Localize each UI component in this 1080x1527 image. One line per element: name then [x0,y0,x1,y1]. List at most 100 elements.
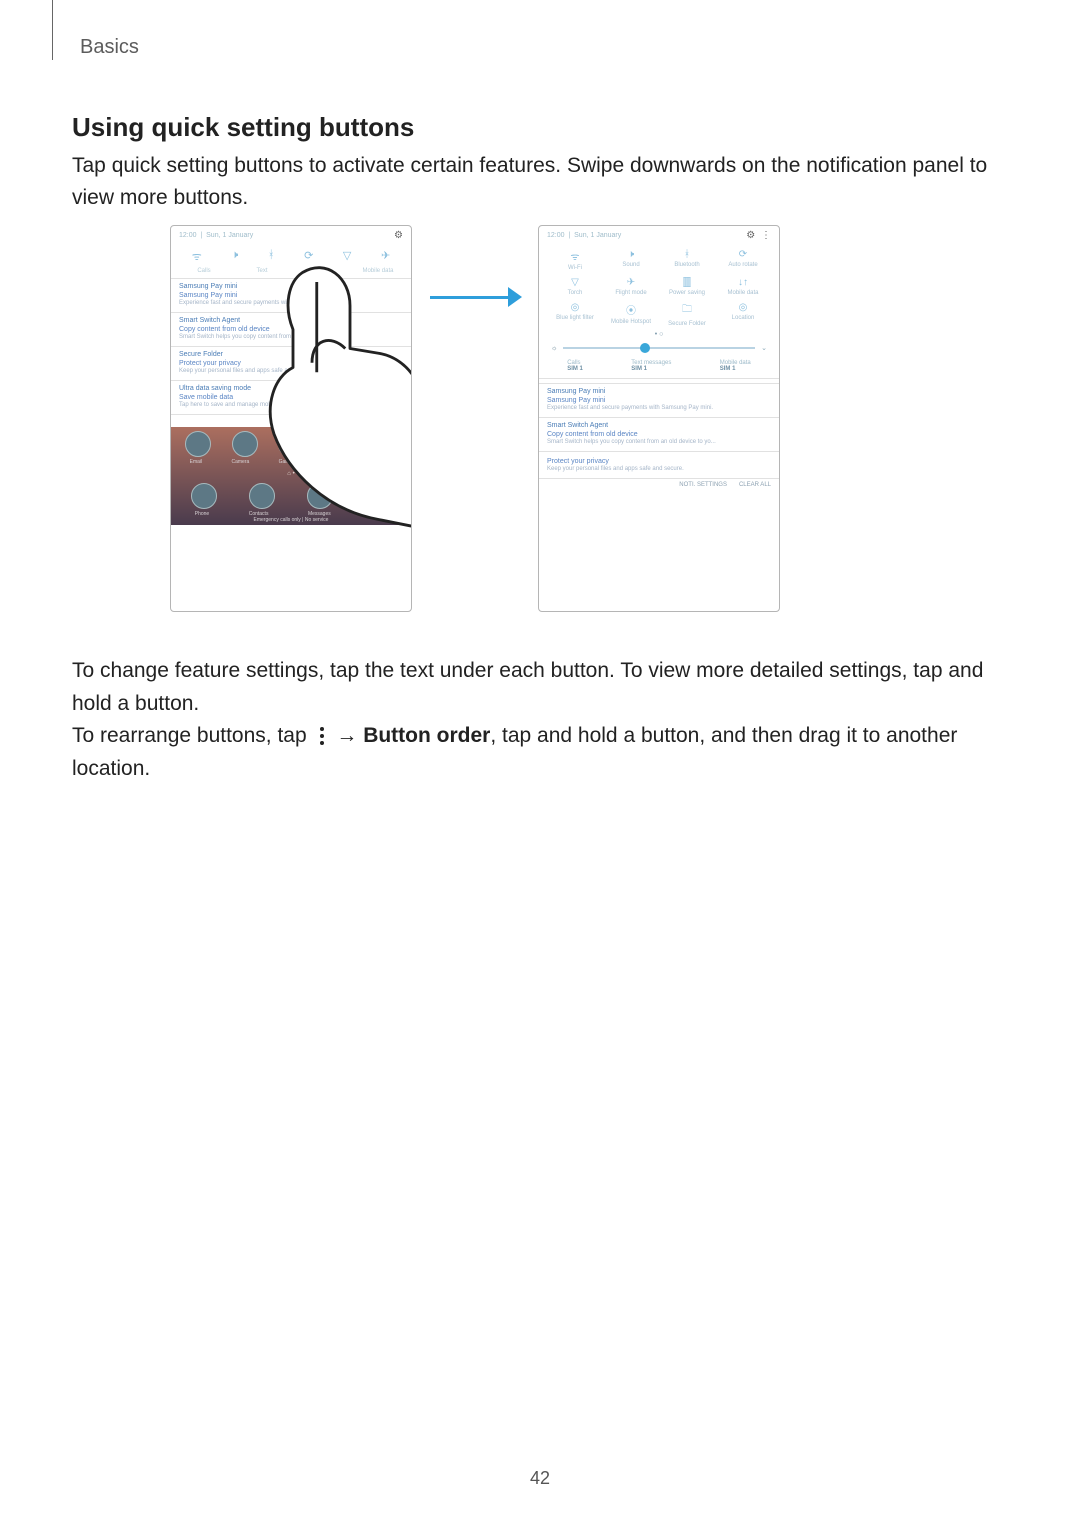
page-dots: ⌂ • [175,471,407,477]
notif-title: Protect your privacy [547,458,771,465]
app-label: Play Store [324,459,347,465]
notif-body: Smart Switch helps you copy content from… [179,334,403,340]
app-icon[interactable] [324,431,350,457]
sim-calls-label: Calls [176,268,232,274]
phone-right: 12:00 | Sun, 1 January ⚙ ⋮ ᯤWi-Fi 🕨Sound… [538,225,780,612]
volume-icon[interactable]: 🕨 [628,249,634,260]
quick-icons-row: ᯤ 🕨 ᚼ ⟳ ▽ ✈ [171,245,411,268]
arrow-icon [430,287,520,307]
data-icon[interactable]: ↓↑ [738,277,748,288]
airplane-icon[interactable]: ✈ [381,249,390,264]
text: → [336,724,363,747]
notif-title: Copy content from old device [179,326,403,333]
dock-icon[interactable] [307,483,333,509]
hotspot-icon[interactable]: ⦿ [626,302,636,317]
clear-all-button[interactable]: CLEAR ALL [371,418,403,424]
rotate-icon[interactable]: ⟳ [739,249,747,260]
wifi-icon[interactable]: ᯤ [570,249,579,263]
location-icon[interactable]: ◎ [739,302,748,313]
notif-app: Samsung Pay mini [547,388,771,395]
notification-card[interactable]: Ultra data saving mode Save mobile data … [171,380,411,414]
bluetooth-icon[interactable]: ᚼ [268,249,275,264]
bluelight-icon[interactable]: ◎ [571,302,580,313]
notification-card[interactable]: Samsung Pay mini Samsung Pay mini Experi… [539,383,779,417]
brightness-icon: ☼ [551,345,557,352]
notif-body: Keep your personal files and apps safe a… [547,466,771,472]
sim-data-label: Mobile data [350,268,406,274]
dock-icon[interactable] [365,483,391,509]
time-text: 12:00 [179,232,197,239]
section-heading: Using quick setting buttons [72,112,414,143]
phone-left: 12:00 | Sun, 1 January ⚙ ᯤ 🕨 ᚼ ⟳ ▽ ✈ Cal… [170,225,412,612]
notif-title: Copy content from old device [547,431,771,438]
secure-icon[interactable]: 🗀 [682,302,692,319]
app-icon[interactable] [278,431,304,457]
volume-icon[interactable]: 🕨 [231,249,238,264]
app-icon[interactable] [232,431,258,457]
notif-body: Tap here to save and manage mobile data … [179,402,403,408]
notif-title: Protect your privacy [179,360,403,367]
clear-all-button[interactable]: CLEAR ALL [739,482,771,488]
status-bar: 12:00 | Sun, 1 January ⚙ ⋮ [539,226,779,245]
tile-label: Wi-Fi [568,265,582,271]
notification-card[interactable]: Smart Switch Agent Copy content from old… [171,312,411,346]
page: Basics Using quick setting buttons Tap q… [0,0,1080,1527]
tile-label: Mobile Hotspot [611,319,651,325]
noti-settings-button[interactable]: NOTI. SETTINGS [311,418,359,424]
text: To rearrange buttons, tap [72,724,313,747]
app-label: Camera [232,459,250,465]
dock-icon[interactable] [249,483,275,509]
notif-title: Save mobile data [179,394,403,401]
paragraph: To rearrange buttons, tap → Button order… [72,720,1008,785]
breadcrumb: Basics [80,36,139,59]
sim-sub: SIM 1 [720,366,736,372]
notif-body: Keep your personal files and apps safe a… [179,368,403,374]
tile-label: Flight mode [615,290,646,296]
notification-card[interactable]: Secure Folder Protect your privacy Keep … [171,346,411,380]
settings-gear-icon[interactable]: ⚙ [394,230,403,241]
paragraph: To change feature settings, tap the text… [72,655,1008,720]
margin-rule [52,0,53,60]
torch-icon[interactable]: ▽ [343,249,351,264]
torch-icon[interactable]: ▽ [571,277,579,288]
tile-label: Power saving [669,290,705,296]
bluetooth-icon[interactable]: ᚼ [684,249,690,260]
wifi-icon[interactable]: ᯤ [192,249,202,264]
battery-icon[interactable]: 🀫 [683,277,691,288]
time-text: 12:00 [547,232,565,239]
date-text: Sun, 1 January [206,232,253,239]
figure: 12:00 | Sun, 1 January ⚙ ᯤ 🕨 ᚼ ⟳ ▽ ✈ Cal… [170,225,780,625]
app-label: Email [190,459,203,465]
tile-label: Secure Folder [668,321,706,327]
more-options-icon[interactable]: ⋮ [761,230,771,241]
rotate-icon[interactable]: ⟳ [304,249,313,264]
dock-icon[interactable] [191,483,217,509]
date-text: Sun, 1 January [574,232,621,239]
notif-body: Experience fast and secure payments with… [179,300,403,306]
brightness-slider[interactable]: ☼ ⌄ [539,338,779,358]
app-label: Gallery [279,459,295,465]
notification-card[interactable]: Protect your privacy Keep your personal … [539,451,779,478]
notification-card[interactable]: Samsung Pay mini Samsung Pay mini Experi… [171,278,411,312]
quick-settings-grid: ᯤWi-Fi 🕨Sound ᚼBluetooth ⟳Auto rotate ▽T… [539,245,779,331]
emergency-text: Emergency calls only | No service [175,517,407,523]
intro-paragraph: Tap quick setting buttons to activate ce… [72,150,1008,213]
noti-settings-button[interactable]: NOTI. SETTINGS [679,482,727,488]
airplane-icon[interactable]: ✈ [627,277,635,288]
tile-label: Auto rotate [728,262,757,268]
sim-row: CallsSIM 1 Text messagesSIM 1 Mobile dat… [539,358,779,374]
notif-footer: NOTI. SETTINGS CLEAR ALL [539,478,779,491]
chevron-down-icon[interactable]: ⌄ [761,344,767,352]
notification-card[interactable]: Smart Switch Agent Copy content from old… [539,417,779,451]
page-number: 42 [0,1468,1080,1489]
settings-gear-icon[interactable]: ⚙ [746,230,755,241]
tile-label: Bluetooth [674,262,699,268]
app-icon[interactable] [371,431,397,457]
app-icon[interactable] [185,431,211,457]
sim-sub: SIM 1 [567,366,583,372]
status-bar: 12:00 | Sun, 1 January ⚙ [171,226,411,245]
more-options-icon [315,726,329,746]
home-screen: Email Camera Gallery Play Store Google ⌂… [171,427,411,525]
notif-body: Experience fast and secure payments with… [547,405,771,411]
button-order-label: Button order [363,724,490,747]
